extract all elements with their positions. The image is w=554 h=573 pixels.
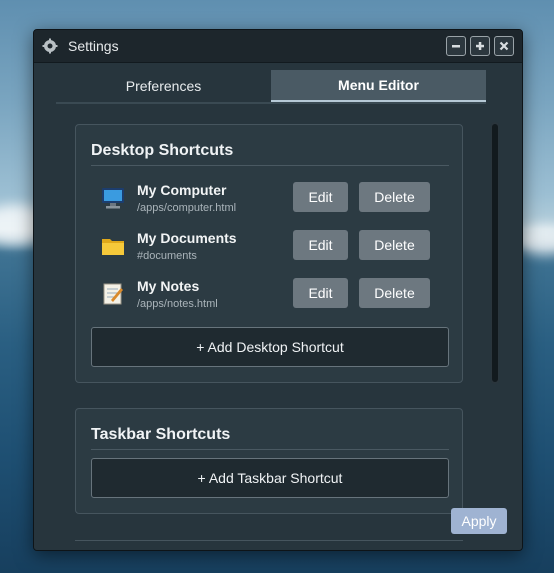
taskbar-shortcuts-panel: Taskbar Shortcuts + Add Taskbar Shortcut <box>75 408 463 514</box>
shortcut-row: My Notes /apps/notes.html Edit Delete <box>91 278 449 318</box>
delete-button[interactable]: Delete <box>359 278 430 308</box>
settings-window: Settings Preferences Menu Editor Desktop… <box>33 29 523 551</box>
notepad-icon <box>103 283 123 305</box>
shortcut-path: /apps/notes.html <box>137 298 218 310</box>
add-taskbar-shortcut-button[interactable]: + Add Taskbar Shortcut <box>91 458 449 498</box>
window-title: Settings <box>68 38 119 54</box>
titlebar[interactable]: Settings <box>34 30 522 63</box>
apply-button[interactable]: Apply <box>451 508 507 534</box>
tab-preferences[interactable]: Preferences <box>56 70 271 102</box>
window-content: Preferences Menu Editor Desktop Shortcut… <box>34 63 522 550</box>
shortcut-name: My Notes <box>137 278 200 294</box>
gear-icon <box>42 38 58 54</box>
edit-button[interactable]: Edit <box>293 278 348 308</box>
panel-title: Taskbar Shortcuts <box>91 426 231 443</box>
shortcut-row: My Computer /apps/computer.html Edit Del… <box>91 182 449 222</box>
tab-menu-editor[interactable]: Menu Editor <box>271 70 486 102</box>
minimize-icon[interactable] <box>446 36 466 56</box>
add-desktop-shortcut-button[interactable]: + Add Desktop Shortcut <box>91 327 449 367</box>
panel-title: Desktop Shortcuts <box>91 142 234 159</box>
delete-button[interactable]: Delete <box>359 182 430 212</box>
maximize-icon[interactable] <box>470 36 490 56</box>
edit-button[interactable]: Edit <box>293 182 348 212</box>
folder-icon <box>102 239 124 255</box>
shortcut-name: My Computer <box>137 182 227 198</box>
desktop-shortcuts-panel: Desktop Shortcuts My Computer /apps/comp… <box>75 124 463 383</box>
scrollbar-thumb[interactable] <box>492 124 498 382</box>
shortcut-name: My Documents <box>137 230 237 246</box>
divider <box>75 540 463 541</box>
divider <box>91 449 449 450</box>
computer-icon <box>102 188 124 209</box>
divider <box>91 165 449 166</box>
window-controls <box>446 36 514 56</box>
delete-button[interactable]: Delete <box>359 230 430 260</box>
shortcut-path: /apps/computer.html <box>137 202 237 214</box>
edit-button[interactable]: Edit <box>293 230 348 260</box>
close-icon[interactable] <box>494 36 514 56</box>
shortcut-row: My Documents #documents Edit Delete <box>91 230 449 270</box>
shortcut-path: #documents <box>137 250 197 262</box>
tab-bar: Preferences Menu Editor <box>56 70 486 104</box>
